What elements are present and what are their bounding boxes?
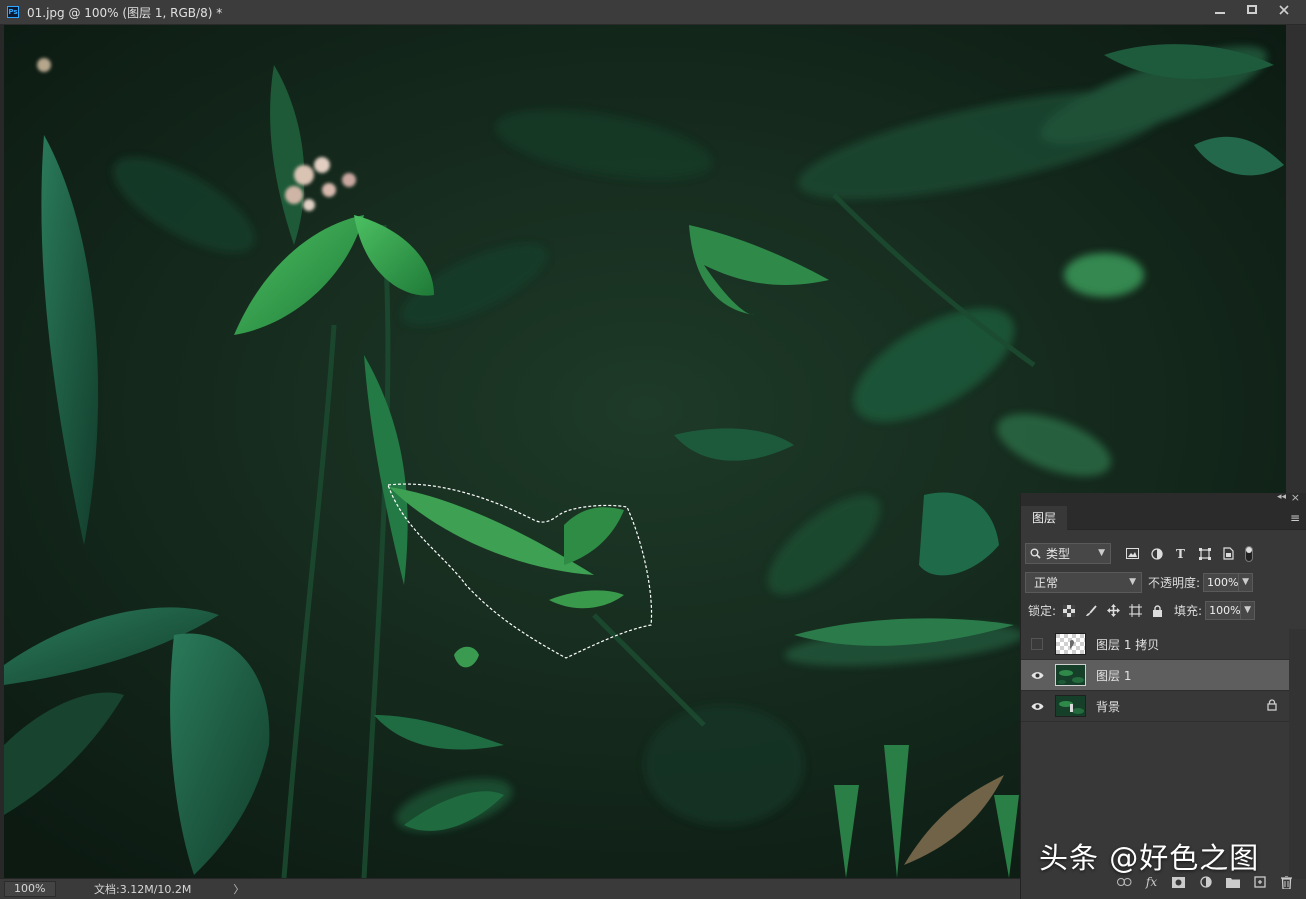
adjustment-filter-icon[interactable] xyxy=(1149,546,1164,561)
lock-image-pixels-icon[interactable] xyxy=(1084,604,1098,618)
layer-thumbnail xyxy=(1055,633,1086,655)
blend-mode-value: 正常 xyxy=(1034,576,1059,590)
blend-opacity-row: 正常 ▼ 不透明度: 100% ▼ xyxy=(1021,572,1306,593)
opacity-slider-toggle-icon[interactable]: ▼ xyxy=(1239,573,1254,592)
filter-kind-label: 类型 xyxy=(1046,547,1071,561)
layer-name: 图层 1 xyxy=(1096,668,1132,683)
document-size-info: 文档:3.12M/10.2M xyxy=(94,883,192,896)
panel-menu-icon[interactable]: ≡ xyxy=(1290,511,1300,525)
window-controls xyxy=(1204,0,1300,22)
document-title: 01.jpg @ 100% (图层 1, RGB/8) * xyxy=(27,5,223,20)
filter-toggle-switch[interactable] xyxy=(1245,545,1253,562)
close-button[interactable] xyxy=(1268,0,1300,20)
lock-icons xyxy=(1062,604,1164,618)
layer-row-layer-1[interactable]: 图层 1 xyxy=(1021,660,1289,691)
status-menu-arrow-icon[interactable]: 〉 xyxy=(233,881,244,897)
filter-icons: T xyxy=(1125,545,1253,562)
close-icon xyxy=(1279,5,1289,15)
layers-list: 图层 1 拷贝 图层 1 背景 xyxy=(1021,629,1289,722)
shape-filter-icon[interactable] xyxy=(1197,546,1212,561)
lock-fill-row: 锁定: 填充: 100% ▼ xyxy=(1021,601,1306,620)
fill-input[interactable]: 100% xyxy=(1205,601,1242,620)
layer-row-layer-1-copy[interactable]: 图层 1 拷贝 xyxy=(1021,629,1289,660)
blend-mode-select[interactable]: 正常 ▼ xyxy=(1025,572,1142,593)
eye-icon xyxy=(1031,702,1043,710)
lock-position-icon[interactable] xyxy=(1106,604,1120,618)
zoom-level-field[interactable]: 100% xyxy=(4,881,56,897)
minimize-button[interactable] xyxy=(1204,0,1236,20)
photoshop-app-icon: Ps xyxy=(7,6,19,18)
layer-locked-icon xyxy=(1267,699,1277,714)
chevron-down-icon: ▼ xyxy=(1129,577,1136,587)
layer-row-background[interactable]: 背景 xyxy=(1021,691,1289,722)
tab-layers[interactable]: 图层 xyxy=(1021,506,1067,530)
filter-kind-select[interactable]: 类型 ▼ xyxy=(1025,543,1111,564)
layer-name: 背景 xyxy=(1096,699,1121,714)
layer-thumbnail xyxy=(1055,695,1086,717)
eye-icon xyxy=(1031,671,1043,679)
fill-label: 填充: xyxy=(1174,604,1203,618)
lock-all-icon[interactable] xyxy=(1150,604,1164,618)
visibility-toggle[interactable] xyxy=(1027,691,1047,722)
visibility-toggle[interactable] xyxy=(1027,629,1047,660)
layers-scrollbar[interactable] xyxy=(1289,629,1306,879)
chevron-down-icon: ▼ xyxy=(1098,548,1105,558)
panel-tab-bar: 图层 ≡ xyxy=(1021,506,1306,530)
search-icon xyxy=(1030,548,1041,559)
type-filter-icon[interactable]: T xyxy=(1173,546,1188,561)
trash-icon[interactable] xyxy=(1279,875,1294,890)
layer-name: 图层 1 拷贝 xyxy=(1096,637,1160,652)
visibility-toggle[interactable] xyxy=(1027,660,1047,691)
maximize-icon xyxy=(1247,5,1257,14)
hidden-visibility-box xyxy=(1031,638,1043,650)
lock-artboard-icon[interactable] xyxy=(1128,604,1142,618)
maximize-button[interactable] xyxy=(1236,0,1268,20)
image-filter-icon[interactable] xyxy=(1125,546,1140,561)
minimize-icon xyxy=(1215,12,1225,14)
layer-filter-row: 类型 ▼ T xyxy=(1021,543,1306,564)
smart-object-filter-icon[interactable] xyxy=(1221,546,1236,561)
layer-thumbnail xyxy=(1055,664,1086,686)
lock-label: 锁定: xyxy=(1028,604,1057,618)
watermark-text: 头条 @好色之图 xyxy=(1039,841,1260,875)
collapse-panel-icon[interactable]: ◂◂ xyxy=(1277,492,1286,502)
panel-header-strip: ◂◂ × xyxy=(1021,491,1306,506)
fill-slider-toggle-icon[interactable]: ▼ xyxy=(1241,601,1256,620)
opacity-input[interactable]: 100% xyxy=(1203,573,1240,592)
document-title-bar: Ps 01.jpg @ 100% (图层 1, RGB/8) * xyxy=(0,0,1306,25)
opacity-label: 不透明度: xyxy=(1148,576,1201,590)
lock-transparent-pixels-icon[interactable] xyxy=(1062,604,1076,618)
close-panel-icon[interactable]: × xyxy=(1291,491,1300,504)
